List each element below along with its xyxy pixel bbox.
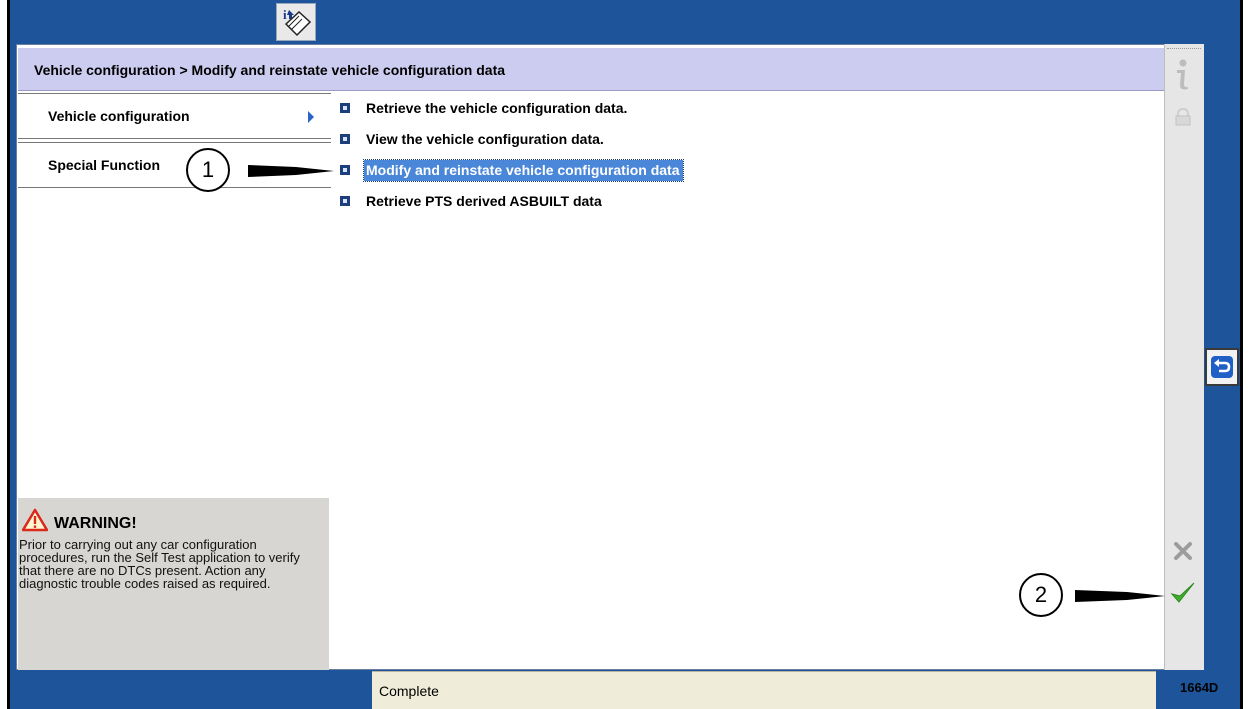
warning-triangle-icon	[21, 508, 49, 537]
return-arrow-icon	[1210, 355, 1234, 384]
bullet-icon	[340, 196, 350, 206]
return-button[interactable]	[1205, 348, 1239, 386]
svg-text:i: i	[283, 7, 287, 22]
toolbar-divider	[1167, 48, 1201, 50]
menu-item-label: Modify and reinstate vehicle configurati…	[363, 159, 684, 182]
book-info-icon[interactable]: i	[276, 3, 316, 41]
status-text: Complete	[379, 683, 439, 699]
tab-label: Special Function	[48, 157, 161, 173]
callout-2: 2	[1019, 573, 1063, 617]
bullet-icon	[340, 165, 350, 175]
info-icon[interactable]	[1172, 58, 1192, 97]
figure-id: 1664D	[1180, 680, 1219, 695]
menu-item-label: View the vehicle configuration data.	[366, 131, 604, 147]
tab-vehicle-configuration[interactable]: Vehicle configuration	[18, 93, 331, 139]
breadcrumb: Vehicle configuration > Modify and reins…	[34, 62, 506, 78]
tab-label: Vehicle configuration	[48, 108, 190, 124]
menu-item-label: Retrieve PTS derived ASBUILT data	[366, 193, 602, 209]
chevron-right-icon	[308, 111, 314, 123]
page-header: Vehicle configuration > Modify and reins…	[18, 48, 1164, 91]
warning-panel: WARNING! Prior to carrying out any car c…	[18, 498, 329, 670]
bullet-icon	[340, 134, 350, 144]
callout-arrow-icon	[246, 160, 334, 187]
checkmark-icon[interactable]	[1170, 580, 1196, 611]
right-toolbar	[1164, 44, 1204, 670]
callout-1: 1	[186, 148, 230, 192]
lock-icon	[1174, 107, 1192, 131]
warning-title: WARNING!	[54, 515, 137, 532]
callout-arrow-icon	[1073, 585, 1165, 612]
warning-text: Prior to carrying out any car configurat…	[19, 537, 300, 591]
status-bar: Complete	[372, 671, 1156, 709]
menu-item-label: Retrieve the vehicle configuration data.	[366, 100, 628, 116]
bullet-icon	[340, 103, 350, 113]
cancel-x-icon[interactable]	[1173, 541, 1193, 566]
